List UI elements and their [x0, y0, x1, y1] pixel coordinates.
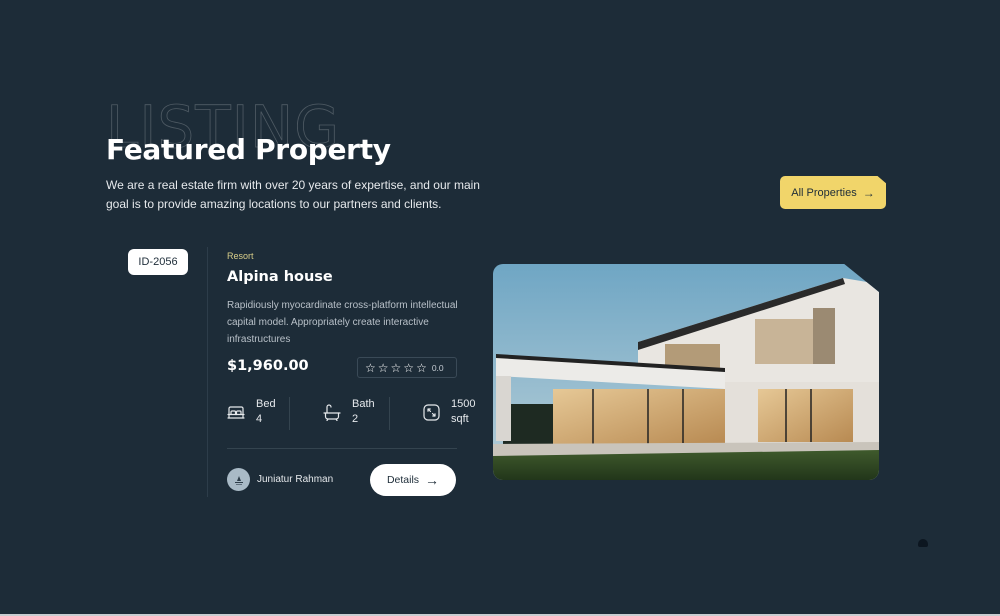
star-icon[interactable]: ☆	[378, 362, 389, 374]
property-price: $1,960.00	[227, 358, 309, 374]
all-properties-label: All Properties	[791, 186, 857, 199]
feature-divider	[389, 397, 390, 430]
details-button[interactable]: Details →	[370, 464, 456, 496]
feature-area: 1500 sqft	[422, 397, 475, 427]
star-icon[interactable]: ☆	[391, 362, 402, 374]
property-description: Rapidiously myocardinate cross-platform …	[227, 300, 458, 345]
section-title: Featured Property	[106, 133, 391, 166]
vertical-divider	[207, 247, 208, 497]
cursor-indicator	[918, 539, 928, 547]
bathtub-icon	[323, 403, 341, 421]
property-category: Resort	[227, 251, 254, 261]
star-icon[interactable]: ☆	[403, 362, 414, 374]
area-expand-icon	[422, 403, 440, 421]
star-icon[interactable]: ☆	[416, 362, 427, 374]
property-title[interactable]: Alpina house	[227, 269, 333, 285]
star-icon[interactable]: ☆	[365, 362, 376, 374]
avatar[interactable]	[227, 468, 250, 491]
bed-icon	[227, 403, 245, 421]
details-label: Details	[386, 474, 420, 486]
rating-score: 0.0	[431, 362, 444, 373]
feature-bed: Bed 4	[227, 397, 276, 427]
property-features: Bed 4 Bath 2 1500 sqft	[227, 397, 482, 431]
feature-divider	[289, 397, 290, 430]
property-id-badge: ID-2056	[128, 249, 188, 275]
feature-value: 4	[256, 413, 263, 425]
agent-info[interactable]: Juniatur Rahman	[227, 468, 333, 491]
feature-label: Bath	[352, 398, 375, 410]
feature-label: Bed	[256, 398, 276, 410]
feature-value: sqft	[451, 413, 469, 425]
rating-box: ☆ ☆ ☆ ☆ ☆ 0.0	[357, 357, 457, 378]
agent-name[interactable]: Juniatur Rahman	[257, 474, 333, 485]
section-subtitle: We are a real estate firm with over 20 y…	[106, 178, 480, 211]
feature-bath: Bath 2	[323, 397, 375, 427]
arrow-right-icon: →	[862, 185, 875, 200]
property-image[interactable]	[493, 264, 879, 480]
horizontal-divider	[227, 448, 457, 449]
arrow-right-icon: →	[425, 472, 440, 488]
house-photo-illustration	[493, 264, 879, 480]
all-properties-button[interactable]: All Properties →	[780, 176, 886, 209]
feature-value: 2	[352, 413, 359, 425]
feature-label: 1500	[451, 398, 476, 410]
featured-property-section: LISTING Featured Property We are a real …	[0, 0, 1000, 616]
avatar-logo-icon	[234, 475, 243, 485]
